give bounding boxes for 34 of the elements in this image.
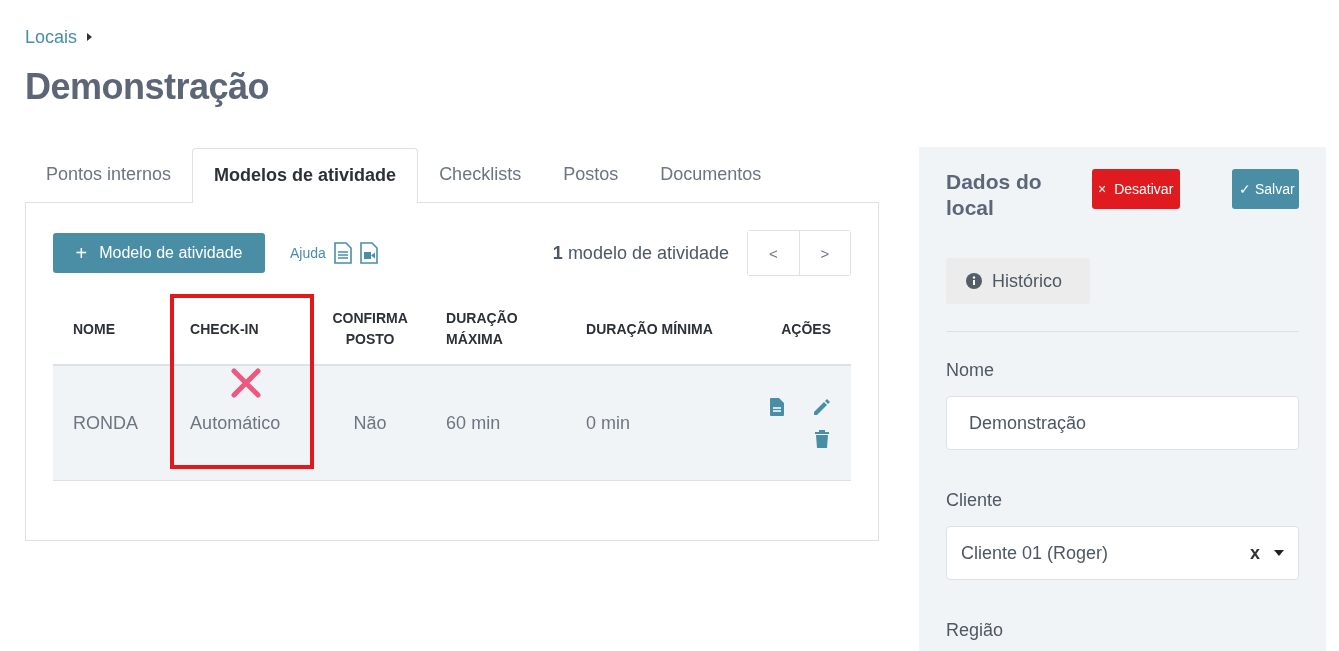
table-cell: 60 min bbox=[426, 365, 567, 481]
document-icon[interactable] bbox=[770, 398, 784, 416]
result-count: 1 modelo de atividade bbox=[552, 242, 729, 264]
caret-right-icon bbox=[87, 33, 93, 41]
cross-mark-icon bbox=[230, 367, 263, 399]
field-label: Cliente bbox=[946, 490, 1004, 511]
pencil-icon[interactable] bbox=[813, 398, 831, 416]
tab[interactable]: Documentos bbox=[639, 148, 783, 203]
clear-button[interactable]: x bbox=[1250, 542, 1260, 564]
history-button[interactable]: Histórico bbox=[946, 258, 1090, 304]
page-title: Demonstração bbox=[25, 66, 271, 108]
add-model-button[interactable]: + Modelo de atividade bbox=[53, 233, 265, 273]
video-file-icon[interactable] bbox=[359, 242, 378, 264]
breadcrumb-link[interactable]: Locais bbox=[25, 26, 78, 48]
trash-icon[interactable] bbox=[815, 430, 829, 448]
next-page-button[interactable]: > bbox=[799, 231, 850, 275]
caret-down-icon bbox=[1274, 550, 1284, 556]
table-cell: 0 min bbox=[566, 365, 737, 481]
save-button[interactable]: ✓ Salvar bbox=[1232, 169, 1299, 209]
deactivate-button[interactable]: × Desativar bbox=[1092, 169, 1180, 209]
table-cell: Não bbox=[314, 365, 427, 481]
field-label: Região bbox=[946, 620, 1005, 641]
tab[interactable]: Postos bbox=[542, 148, 640, 203]
help-link[interactable]: Ajuda bbox=[290, 245, 326, 261]
panel-title: Dados do local bbox=[946, 169, 1043, 221]
name-field[interactable]: Demonstração bbox=[946, 396, 1299, 450]
field-label: Nome bbox=[946, 360, 995, 381]
select-field[interactable]: Cliente 01 (Roger) x bbox=[946, 526, 1299, 580]
tab[interactable]: Pontos internos bbox=[25, 148, 193, 203]
table-cell: RONDA bbox=[53, 365, 171, 481]
info-icon bbox=[966, 273, 982, 289]
tab[interactable]: Checklists bbox=[418, 148, 543, 203]
tab[interactable]: Modelos de atividade bbox=[192, 148, 419, 203]
document-icon[interactable] bbox=[333, 242, 352, 264]
